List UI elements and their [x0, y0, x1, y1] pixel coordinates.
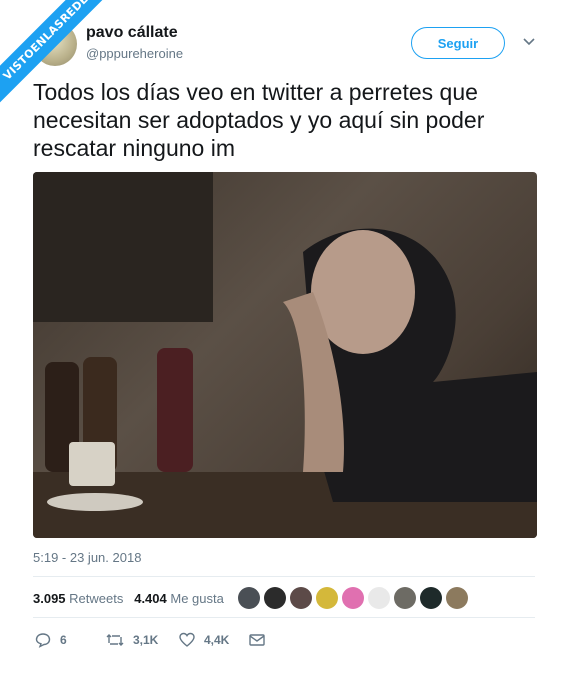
liker-avatars [238, 587, 472, 609]
mail-icon [249, 634, 265, 646]
author-handle[interactable]: @pppureheroine [86, 46, 183, 61]
liker-avatar[interactable] [394, 587, 416, 609]
like-count: 4,4K [204, 633, 230, 647]
retweets-label[interactable]: Retweets [69, 591, 123, 606]
likes-count[interactable]: 4.404 [134, 591, 167, 606]
liker-avatar[interactable] [264, 587, 286, 609]
reply-icon [35, 633, 51, 648]
likes-label[interactable]: Me gusta [170, 591, 223, 606]
retweets-count[interactable]: 3.095 [33, 591, 66, 606]
divider [33, 617, 535, 618]
author-display-name[interactable]: pavo cállate [86, 24, 178, 42]
retweet-count: 3,1K [133, 633, 159, 647]
retweet-button[interactable]: 3,1K [106, 630, 158, 650]
photo-dark-panel [33, 172, 213, 322]
liker-avatar[interactable] [316, 587, 338, 609]
divider [33, 576, 535, 577]
tweet-timestamp[interactable]: 5:19 - 23 jun. 2018 [33, 550, 141, 565]
chevron-down-icon[interactable] [522, 35, 536, 49]
liker-avatar[interactable] [368, 587, 390, 609]
reply-button[interactable]: 6 [35, 630, 67, 650]
reply-count: 6 [60, 633, 67, 647]
heart-icon [179, 632, 195, 647]
photo-bottle-3 [157, 348, 193, 472]
liker-avatar[interactable] [238, 587, 260, 609]
direct-message-button[interactable] [249, 630, 274, 650]
photo-plate [47, 493, 143, 511]
liker-avatar[interactable] [420, 587, 442, 609]
retweet-icon [106, 634, 124, 646]
photo-illustration [33, 172, 537, 538]
photo-cup [69, 442, 115, 486]
tweet-text: Todos los días veo en twitter a perretes… [33, 79, 485, 161]
liker-avatar[interactable] [290, 587, 312, 609]
follow-button[interactable]: Seguir [411, 27, 505, 59]
liker-avatar[interactable] [342, 587, 364, 609]
tweet-stats: 3.095 Retweets 4.404 Me gusta [33, 591, 224, 606]
liker-avatar[interactable] [446, 587, 468, 609]
like-button[interactable]: 4,4K [179, 630, 229, 650]
tweet-photo[interactable] [33, 172, 537, 538]
